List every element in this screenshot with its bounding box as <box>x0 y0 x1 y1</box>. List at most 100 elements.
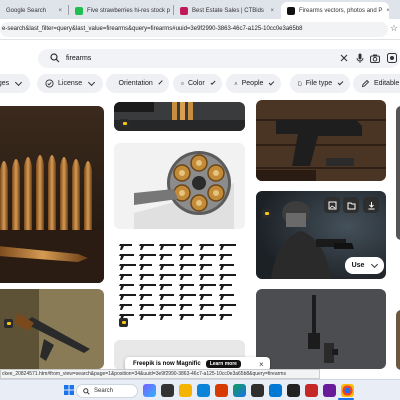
chevron-down-icon <box>158 79 163 85</box>
camera-icon[interactable] <box>369 52 381 64</box>
favicon-icon <box>287 6 295 15</box>
mail-icon[interactable] <box>269 384 282 397</box>
chrome-icon[interactable] <box>341 384 354 397</box>
close-notice-icon[interactable]: × <box>259 360 264 369</box>
image-tile-weapon-icons[interactable] <box>114 238 245 331</box>
filter-color[interactable]: Color <box>173 74 222 93</box>
store-icon[interactable] <box>251 384 264 397</box>
url-field[interactable]: e-search&last_filter=query&last_value=fi… <box>0 22 388 37</box>
close-tab-icon[interactable]: × <box>270 8 274 14</box>
weapon-silhouette <box>219 274 236 280</box>
weapon-silhouette <box>119 284 134 290</box>
image-tile-bullets[interactable] <box>0 106 104 283</box>
image-tile-rifle[interactable] <box>0 289 104 369</box>
folder-icon[interactable] <box>343 197 359 213</box>
filter-license[interactable]: License <box>37 74 103 93</box>
tile-image <box>0 289 104 369</box>
image-tile-edge-2[interactable] <box>396 310 400 370</box>
filter-images[interactable]: ages <box>0 74 30 93</box>
windows-start-icon[interactable] <box>64 385 74 395</box>
weapon-silhouette <box>139 314 156 320</box>
copilot-icon[interactable] <box>143 384 156 397</box>
edit-icon <box>361 79 370 88</box>
close-tab-icon[interactable]: × <box>58 8 62 14</box>
tab-firearms[interactable]: Firearms vectors, photos and P × <box>281 2 389 19</box>
premium-badge-icon <box>119 318 128 327</box>
address-bar-row: e-search&last_filter=query&last_value=fi… <box>0 19 400 40</box>
task-view-icon[interactable] <box>161 384 174 397</box>
status-url: ckee_20824571.htm#from_view=search&page=… <box>0 369 320 379</box>
weapon-silhouette <box>159 314 172 320</box>
tile-image <box>114 102 245 131</box>
taskbar-search-label: Search <box>94 388 114 394</box>
favicon-icon <box>180 6 188 15</box>
weapon-silhouette <box>139 294 152 300</box>
learn-more-button[interactable]: Learn more <box>205 360 241 368</box>
image-tile-gun-parts[interactable] <box>256 289 386 369</box>
filter-people[interactable]: People <box>226 74 281 93</box>
weapon-silhouette <box>179 284 194 290</box>
premium-badge-icon <box>262 209 271 218</box>
filter-label: License <box>58 80 83 87</box>
filter-label: Editable <box>374 80 400 87</box>
weapon-silhouette <box>139 304 154 310</box>
download-icon[interactable] <box>363 197 379 213</box>
folder-app-icon[interactable] <box>179 384 192 397</box>
image-tile-edge[interactable] <box>396 106 400 240</box>
filter-file-type[interactable]: File type <box>290 74 350 93</box>
weapon-silhouette <box>199 304 214 310</box>
weapon-silhouette <box>139 244 154 250</box>
terminal-icon[interactable] <box>287 384 300 397</box>
weapon-silhouette <box>119 294 136 300</box>
weapon-silhouette <box>159 274 176 280</box>
use-button[interactable]: Use <box>345 257 384 274</box>
image-tile-ammo[interactable] <box>114 102 245 131</box>
people-icon <box>234 81 238 86</box>
filter-orientation[interactable]: Orientation <box>106 74 169 93</box>
tab-google-search[interactable]: Google Search × <box>0 2 68 19</box>
filter-label: Orientation <box>118 80 153 87</box>
collection-icon[interactable] <box>324 197 340 213</box>
tile-image <box>114 143 245 229</box>
search-input[interactable]: firearms <box>66 49 91 68</box>
office-icon[interactable] <box>215 384 228 397</box>
filter-label: Color <box>187 80 205 87</box>
chevron-down-icon <box>15 78 23 86</box>
search-row: firearms <box>0 41 400 71</box>
outlook-icon[interactable] <box>197 384 210 397</box>
tab-strawberries[interactable]: Five strawberries hi-res stock p × <box>69 2 173 19</box>
search-box[interactable]: firearms <box>38 49 400 68</box>
image-tile-revolver[interactable] <box>114 143 245 229</box>
weapon-silhouette <box>179 274 192 280</box>
weapon-silhouette <box>199 274 214 280</box>
bookmark-star-icon[interactable]: ☆ <box>390 23 398 34</box>
image-search-icon[interactable] <box>386 52 398 64</box>
weapon-silhouette <box>119 254 134 260</box>
edge-icon[interactable] <box>233 384 246 397</box>
tab-ctbids[interactable]: Best Estate Sales | CTBids × <box>174 2 280 19</box>
media-icon[interactable] <box>305 384 318 397</box>
weapon-silhouette <box>219 264 234 270</box>
weapon-silhouette <box>159 244 176 250</box>
image-tile-pistol-wood[interactable] <box>256 100 386 181</box>
weapon-silhouette <box>139 274 154 280</box>
weapon-silhouette <box>159 284 172 290</box>
microphone-icon[interactable] <box>354 52 366 64</box>
tile-image <box>256 289 386 369</box>
chevron-down-icon <box>210 79 216 85</box>
chevron-down-icon <box>371 260 379 268</box>
weapon-silhouette <box>219 304 236 310</box>
close-tab-icon[interactable]: × <box>386 8 389 14</box>
search-icon <box>50 53 60 63</box>
palette-icon <box>181 82 184 85</box>
taskbar-search[interactable]: Search <box>76 384 138 398</box>
weapon-silhouette <box>219 254 232 260</box>
browser-tab-strip: Google Search × Five strawberries hi-res… <box>0 0 400 19</box>
app-icon[interactable] <box>323 384 336 397</box>
tab-label: Firearms vectors, photos and P <box>299 7 383 14</box>
clear-icon[interactable] <box>338 52 350 64</box>
premium-badge-icon <box>120 119 129 128</box>
filter-editable[interactable]: Editable <box>353 74 400 93</box>
filter-bar: ages License Orientation Color People Fi… <box>0 71 400 97</box>
use-label: Use <box>351 262 365 269</box>
